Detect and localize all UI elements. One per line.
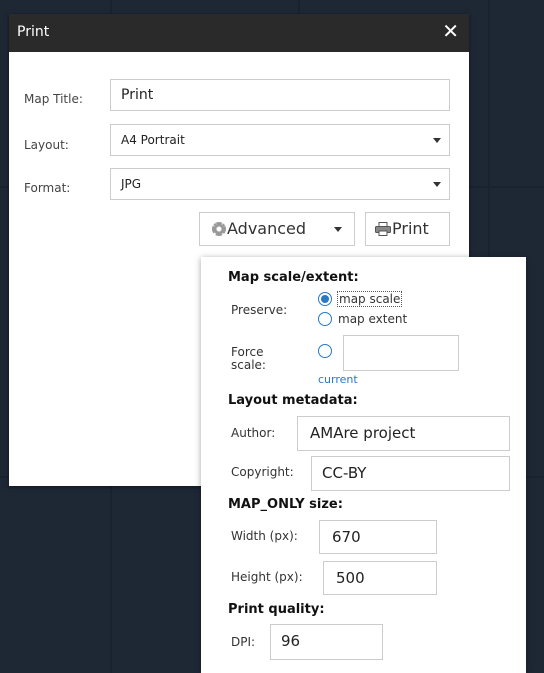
current-scale-link[interactable]: current	[318, 373, 358, 386]
format-select[interactable]: JPG	[110, 168, 450, 200]
map-only-size-heading: MAP_ONLY size:	[228, 497, 343, 512]
layout-label: Layout:	[24, 138, 69, 152]
author-input[interactable]: AMAre project	[297, 416, 510, 451]
map-scale-radio-label[interactable]: map scale	[337, 291, 403, 307]
copyright-input[interactable]: CC-BY	[311, 456, 510, 491]
map-scale-radio[interactable]	[318, 292, 332, 306]
map-title-input[interactable]: Print	[110, 79, 450, 111]
dpi-label: DPI:	[231, 635, 256, 649]
advanced-button-label: Advanced	[227, 219, 307, 238]
advanced-options-popup: Map scale/extent: Preserve: map scale ma…	[201, 257, 526, 673]
print-button[interactable]: Print	[365, 212, 450, 246]
chevron-down-icon	[433, 138, 441, 143]
map-extent-radio-label[interactable]: map extent	[338, 312, 407, 326]
format-select-value: JPG	[121, 177, 142, 191]
layout-select[interactable]: A4 Portrait	[110, 124, 450, 156]
map-scale-extent-heading: Map scale/extent:	[228, 270, 359, 285]
author-label: Author:	[231, 426, 276, 440]
panel-titlebar: Print ✕	[9, 14, 469, 52]
layout-select-value: A4 Portrait	[121, 133, 185, 147]
force-scale-radio[interactable]	[318, 344, 332, 358]
force-scale-input[interactable]	[343, 335, 459, 371]
copyright-label: Copyright:	[231, 465, 294, 479]
layout-metadata-heading: Layout metadata:	[228, 393, 358, 408]
print-quality-heading: Print quality:	[228, 602, 325, 617]
map-extent-radio[interactable]	[318, 312, 332, 326]
printer-icon	[375, 222, 391, 236]
preserve-label: Preserve:	[231, 303, 288, 317]
print-button-label: Print	[392, 219, 429, 238]
width-label: Width (px):	[231, 529, 298, 543]
height-label: Height (px):	[231, 570, 303, 584]
panel-title: Print	[17, 24, 50, 40]
dpi-input[interactable]: 96	[270, 624, 383, 660]
format-label: Format:	[24, 181, 71, 195]
force-scale-label: Force scale:	[231, 345, 266, 372]
gear-icon	[212, 222, 226, 236]
chevron-down-icon	[334, 227, 342, 232]
width-input[interactable]: 670	[319, 520, 437, 554]
close-icon[interactable]: ✕	[442, 21, 459, 41]
map-title-label: Map Title:	[24, 92, 83, 106]
chevron-down-icon	[433, 182, 441, 187]
advanced-button[interactable]: Advanced	[199, 212, 355, 246]
height-input[interactable]: 500	[323, 561, 437, 595]
